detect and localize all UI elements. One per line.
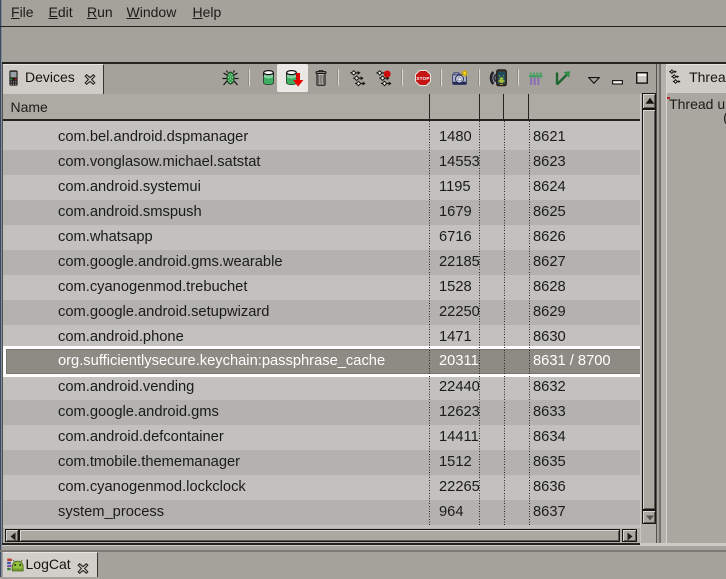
svg-text:STOP: STOP xyxy=(416,76,429,81)
